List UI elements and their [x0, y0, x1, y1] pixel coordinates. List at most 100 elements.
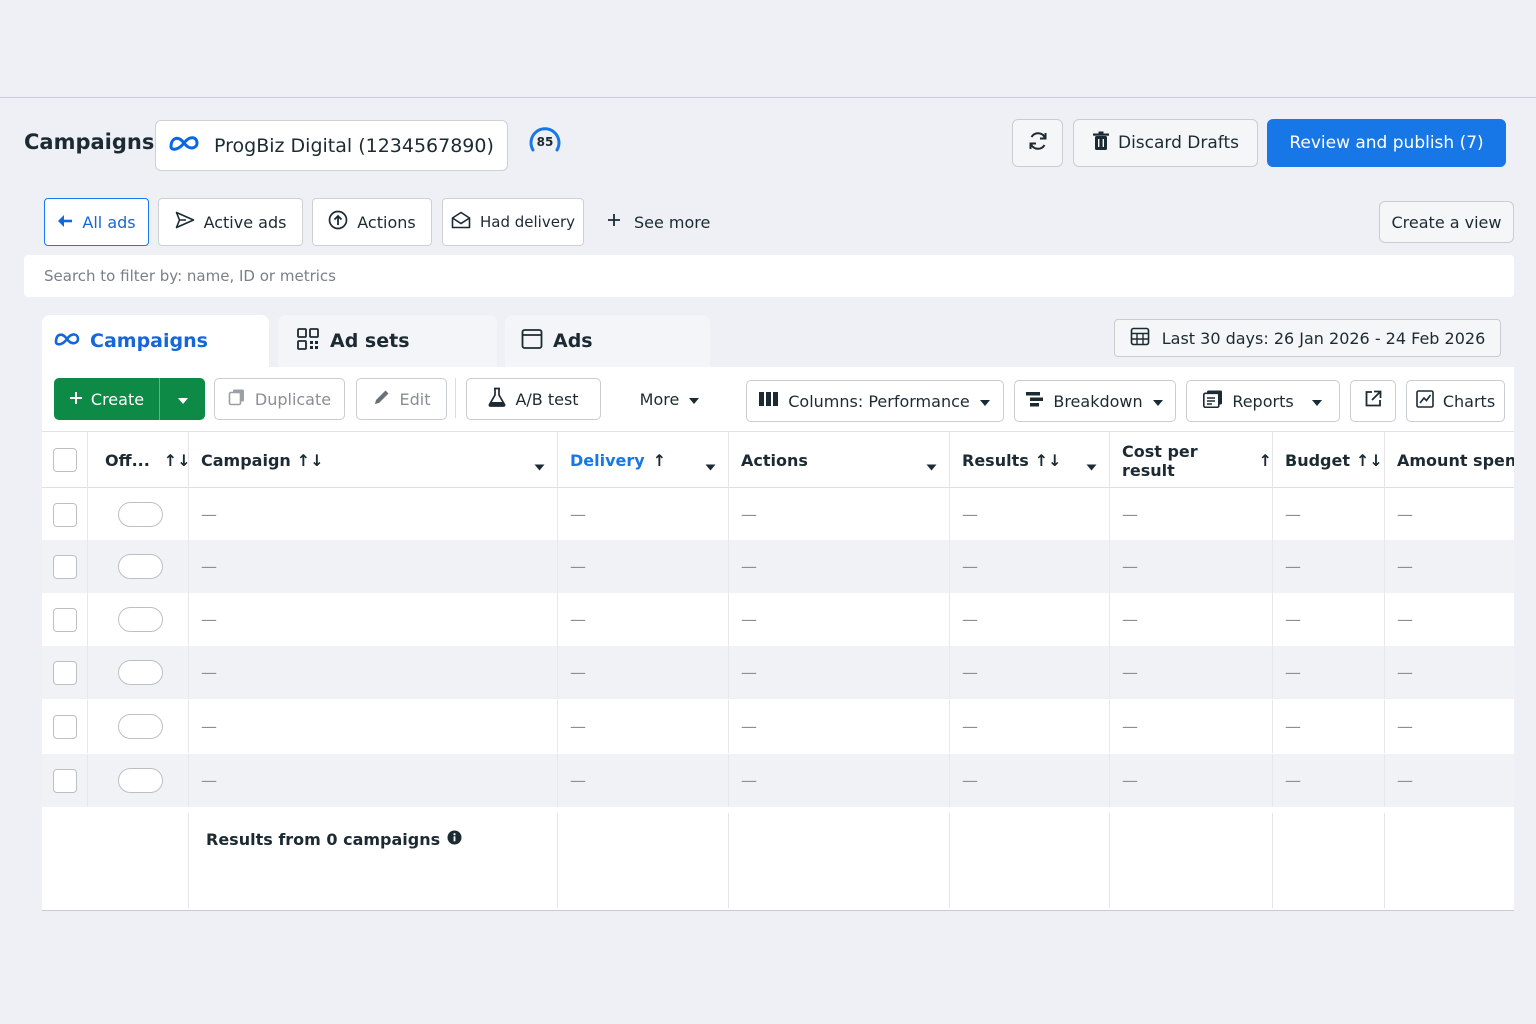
line-chart-icon [1416, 390, 1434, 412]
row-checkbox[interactable] [53, 503, 77, 527]
column-header-results[interactable]: Results ↑↓ [950, 432, 1110, 489]
columns-dropdown[interactable]: Columns: Performance [746, 380, 1004, 422]
filter-all-ads-label: All ads [82, 212, 136, 232]
export-button[interactable] [1350, 380, 1396, 422]
filter-had-delivery-label: Had delivery [480, 213, 575, 231]
create-dropdown-button[interactable] [159, 378, 205, 420]
opportunity-score[interactable]: 85 [527, 126, 563, 158]
campaign-toggle[interactable] [118, 607, 163, 632]
campaign-toggle[interactable] [118, 660, 163, 685]
column-header-actions-label: Actions [741, 451, 808, 470]
tab-ads[interactable]: Ads [505, 315, 710, 367]
table-row[interactable]: — — — — — — — [42, 488, 1514, 541]
row-checkbox[interactable] [53, 608, 77, 632]
row-checkbox[interactable] [53, 769, 77, 793]
search-input[interactable] [24, 255, 1514, 297]
create-button[interactable]: Create [54, 378, 159, 420]
tab-campaigns[interactable]: Campaigns [42, 315, 269, 367]
summary-cell [189, 813, 558, 908]
select-all-checkbox[interactable] [53, 448, 77, 472]
filter-actions[interactable]: Actions [312, 198, 432, 246]
tab-ads-label: Ads [553, 330, 593, 352]
table-row[interactable]: — — — — — — — [42, 754, 1514, 807]
duplicate-button[interactable]: Duplicate [214, 378, 345, 420]
column-header-delivery[interactable]: Delivery ↑ [558, 432, 729, 489]
table-cell: — [1273, 700, 1385, 753]
table-row[interactable]: — — — — — — — [42, 646, 1514, 699]
discard-drafts-button[interactable]: Discard Drafts [1073, 119, 1258, 167]
row-checkbox[interactable] [53, 555, 77, 579]
filter-actions-label: Actions [357, 212, 416, 232]
row-checkbox[interactable] [53, 661, 77, 685]
reports-dropdown[interactable]: Reports [1186, 380, 1340, 422]
charts-button[interactable]: Charts [1406, 380, 1505, 422]
row-checkbox[interactable] [53, 715, 77, 739]
summary-cell [558, 813, 729, 908]
summary-results: Results from 0 campaigns [206, 830, 462, 849]
column-header-campaign[interactable]: Campaign ↑↓ [189, 432, 558, 489]
sort-icon: ↑ [652, 451, 667, 470]
table-cell: — [1110, 593, 1273, 646]
see-more-button[interactable]: See more [606, 208, 710, 236]
table-cell: — [189, 646, 558, 699]
table-cell: — [189, 700, 558, 753]
column-header-budget-label: Budget [1285, 451, 1350, 470]
caret-down-icon [705, 456, 716, 475]
table-summary-row: Results from 0 campaigns [42, 813, 1514, 908]
window-icon [521, 328, 543, 355]
summary-results-label: Results from 0 campaigns [206, 830, 441, 849]
edit-button[interactable]: Edit [356, 378, 447, 420]
caret-down-icon [1311, 392, 1323, 411]
create-view-label: Create a view [1391, 212, 1502, 232]
account-selector[interactable]: ProgBiz Digital (1234567890) [155, 120, 508, 171]
column-header-off[interactable]: Off... ↑↓ [88, 432, 191, 489]
row-select-cell [42, 488, 88, 541]
table-cell: — [1110, 488, 1273, 541]
table-row[interactable]: — — — — — — — [42, 593, 1514, 646]
table-cell: — [950, 700, 1110, 753]
column-header-cost-per-result[interactable]: Cost per result ↑ [1110, 432, 1273, 489]
campaign-toggle[interactable] [118, 554, 163, 579]
filter-all-ads[interactable]: All ads [44, 198, 149, 246]
tab-campaigns-label: Campaigns [90, 330, 208, 352]
column-header-actions[interactable]: Actions [729, 432, 950, 489]
caret-down-icon [1086, 456, 1097, 475]
table-row[interactable]: — — — — — — — [42, 700, 1514, 753]
table-cell: — [1397, 717, 1413, 736]
review-publish-button[interactable]: Review and publish (7) [1267, 119, 1506, 167]
table-cell: — [729, 700, 950, 753]
more-button[interactable]: More [620, 378, 720, 420]
review-publish-label: Review and publish (7) [1289, 133, 1484, 153]
column-header-campaign-label: Campaign [201, 451, 291, 470]
campaign-toggle[interactable] [118, 502, 163, 527]
campaign-toggle[interactable] [118, 714, 163, 739]
table-cell: — [189, 754, 558, 807]
table-cell: — [950, 593, 1110, 646]
ab-test-button[interactable]: A/B test [466, 378, 601, 420]
filter-had-delivery[interactable]: Had delivery [442, 198, 584, 246]
column-header-amount-spent-label: Amount spent [1397, 451, 1514, 470]
breakdown-icon [1026, 391, 1044, 411]
tab-ad-sets[interactable]: Ad sets [278, 315, 497, 367]
plus-icon [69, 390, 83, 409]
caret-down-icon [926, 456, 937, 475]
info-icon[interactable] [447, 830, 462, 849]
date-range-picker[interactable]: Last 30 days: 26 Jan 2026 - 24 Feb 2026 [1114, 319, 1501, 357]
campaign-toggle[interactable] [118, 768, 163, 793]
row-select-cell [42, 646, 88, 699]
table-cell: — [1110, 646, 1273, 699]
column-header-amount-spent[interactable]: Amount spent [1385, 432, 1514, 489]
column-header-budget[interactable]: Budget ↑↓ [1273, 432, 1385, 489]
refresh-button[interactable] [1012, 119, 1063, 167]
table-row[interactable]: — — — — — — — [42, 540, 1514, 593]
breakdown-dropdown[interactable]: Breakdown [1014, 380, 1176, 422]
duplicate-label: Duplicate [254, 389, 332, 409]
table-cell: — [558, 540, 729, 593]
filter-active-ads[interactable]: Active ads [158, 198, 303, 246]
caret-down-icon [1152, 392, 1164, 411]
column-header-delivery-label: Delivery [570, 451, 645, 470]
meta-icon [54, 330, 80, 352]
table-cell: — [558, 646, 729, 699]
create-view-button[interactable]: Create a view [1379, 201, 1514, 243]
external-link-icon [1364, 390, 1382, 412]
